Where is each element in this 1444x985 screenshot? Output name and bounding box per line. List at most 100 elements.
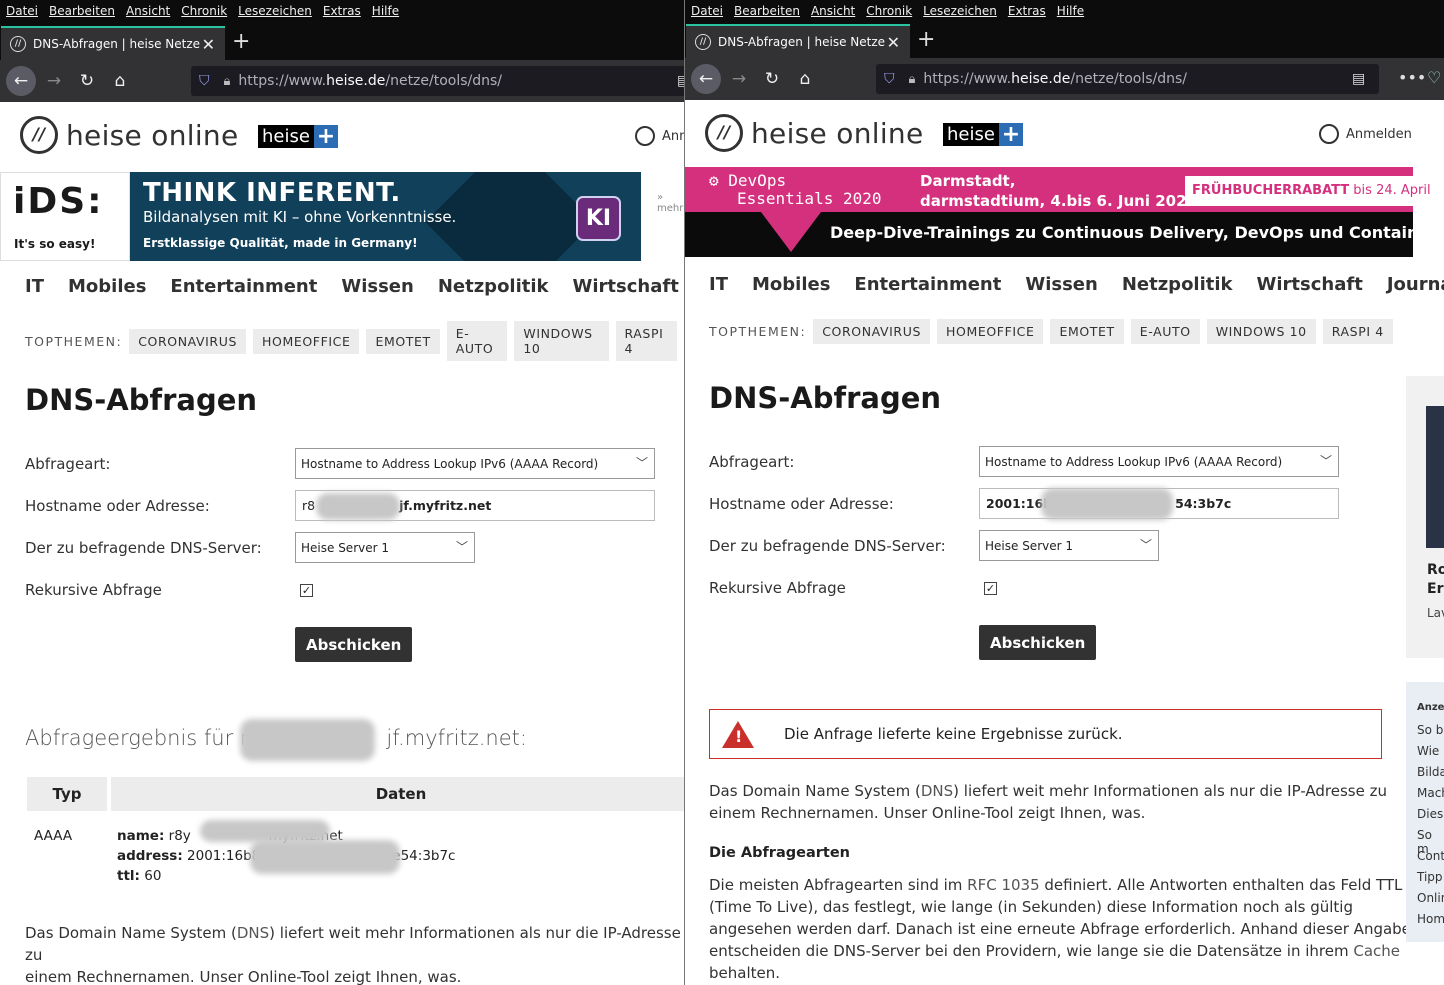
- topic-chip[interactable]: WINDOWS 10: [514, 321, 609, 361]
- topic-chip[interactable]: EMOTET: [366, 328, 440, 354]
- forward-icon[interactable]: →: [724, 64, 754, 94]
- redaction-blur: [200, 820, 330, 842]
- menu-extras[interactable]: Extras: [1008, 4, 1046, 18]
- home-icon[interactable]: ⌂: [790, 64, 820, 94]
- heise-plus-logo[interactable]: heise +: [943, 123, 1023, 146]
- nav-netzpolitik[interactable]: Netzpolitik: [438, 276, 549, 297]
- heise-plus-logo[interactable]: heise +: [258, 125, 338, 148]
- browser-tab[interactable]: // DNS-Abfragen | heise Netze ✕: [686, 24, 910, 58]
- ad-subline-1: Bildanalysen mit KI – ohne Vorkenntnisse…: [143, 208, 457, 226]
- submit-button[interactable]: Abschicken: [295, 627, 413, 662]
- login-link[interactable]: Anmelden: [635, 126, 684, 146]
- topic-chip[interactable]: CORONAVIRUS: [813, 319, 931, 344]
- menu-ansicht[interactable]: Ansicht: [126, 4, 170, 18]
- menu-datei[interactable]: Datei: [6, 4, 38, 18]
- heise-logo[interactable]: // heise online: [705, 114, 923, 152]
- browser-tab[interactable]: // DNS-Abfragen | heise Netze ✕: [1, 26, 225, 60]
- heise-logo[interactable]: // heise online: [20, 116, 238, 154]
- new-tab-icon[interactable]: +: [917, 28, 935, 52]
- ad-more-link[interactable]: » mehr: [657, 192, 684, 214]
- menu-chronik[interactable]: Chronik: [866, 4, 912, 18]
- login-link[interactable]: Anmelden: [1319, 124, 1412, 144]
- recursive-checkbox[interactable]: ✓: [984, 582, 997, 595]
- back-icon[interactable]: ←: [6, 66, 36, 96]
- menu-ansicht[interactable]: Ansicht: [811, 4, 855, 18]
- reader-view-icon[interactable]: ▤: [1352, 71, 1365, 87]
- url-bar[interactable]: ⛉ 🔒︎ https://www.heise.de/netze/tools/dn…: [191, 66, 684, 96]
- nav-wirtschaft[interactable]: Wirtschaft: [573, 276, 679, 297]
- topic-chip[interactable]: EMOTET: [1050, 319, 1124, 344]
- sidebar-ad-item[interactable]: So b: [1417, 723, 1443, 737]
- nav-it[interactable]: IT: [709, 274, 728, 295]
- nav-wissen[interactable]: Wissen: [341, 276, 413, 297]
- nav-mobiles[interactable]: Mobiles: [68, 276, 146, 297]
- nav-wirtschaft[interactable]: Wirtschaft: [1257, 274, 1363, 295]
- menu-lesezeichen[interactable]: Lesezeichen: [238, 4, 312, 18]
- topic-chip[interactable]: WINDOWS 10: [1206, 319, 1316, 344]
- topic-chip[interactable]: E-AUTO: [1130, 319, 1200, 344]
- reader-view-icon[interactable]: ▤: [677, 73, 684, 89]
- recursive-checkbox[interactable]: ✓: [300, 584, 313, 597]
- query-type-select[interactable]: Hostname to Address Lookup IPv6 (AAAA Re…: [295, 448, 655, 479]
- tracking-shield-icon[interactable]: ⛉: [884, 71, 895, 87]
- sidebar-ad-item[interactable]: Bilda: [1417, 765, 1444, 779]
- dns-server-value: Heise Server 1: [985, 538, 1073, 553]
- nav-entertainment[interactable]: Entertainment: [170, 276, 317, 297]
- menu-hilfe[interactable]: Hilfe: [1057, 4, 1084, 18]
- new-tab-icon[interactable]: +: [232, 30, 250, 54]
- reload-icon[interactable]: ↻: [72, 66, 102, 96]
- nav-entertainment[interactable]: Entertainment: [854, 274, 1001, 295]
- query-type-select[interactable]: Hostname to Address Lookup IPv6 (AAAA Re…: [979, 446, 1339, 477]
- home-icon[interactable]: ⌂: [105, 66, 135, 96]
- more-actions-icon[interactable]: •••: [1398, 68, 1426, 87]
- cache-link[interactable]: Cache: [1353, 942, 1400, 960]
- sidebar-ad-item[interactable]: Wie: [1417, 744, 1439, 758]
- sidebar-ad-item[interactable]: Cont: [1417, 849, 1444, 863]
- submit-button[interactable]: Abschicken: [979, 625, 1097, 660]
- nav-it[interactable]: IT: [25, 276, 44, 297]
- ad-banner-ids[interactable]: iDS: It's so easy! THINK INFERENT. Bilda…: [0, 172, 641, 261]
- menu-hilfe[interactable]: Hilfe: [372, 4, 399, 18]
- nav-toolbar: ← → ↻ ⌂ ⛉ 🔒︎ https://www.heise.de/netze/…: [685, 58, 1444, 100]
- sidebar-ad-item[interactable]: Tipp: [1417, 870, 1443, 884]
- menu-chronik[interactable]: Chronik: [181, 4, 227, 18]
- sidebar-ad-item[interactable]: Hom: [1417, 912, 1444, 926]
- dns-server-select[interactable]: Heise Server 1 ﹀: [979, 530, 1159, 561]
- topic-chip[interactable]: RASPI 4: [615, 321, 677, 361]
- topic-chip[interactable]: RASPI 4: [1322, 319, 1393, 344]
- nav-journal[interactable]: Journal: [1387, 274, 1444, 295]
- url-text: https://www.heise.de/netze/tools/dns/: [238, 73, 503, 89]
- topic-chip[interactable]: CORONAVIRUS: [129, 328, 247, 354]
- url-bar[interactable]: ⛉ 🔒︎ https://www.heise.de/netze/tools/dn…: [876, 64, 1379, 94]
- ad-brand-box: iDS: It's so easy!: [0, 172, 130, 261]
- dns-server-select[interactable]: Heise Server 1 ﹀: [295, 532, 475, 563]
- nav-mobiles[interactable]: Mobiles: [752, 274, 830, 295]
- nav-wissen[interactable]: Wissen: [1025, 274, 1097, 295]
- menu-bearbeiten[interactable]: Bearbeiten: [734, 4, 800, 18]
- ad-banner-devops[interactable]: ⚙ DevOps Essentials 2020 Darmstadt, darm…: [685, 167, 1444, 257]
- close-tab-icon[interactable]: ✕: [202, 35, 215, 54]
- menu-datei[interactable]: Datei: [691, 4, 723, 18]
- menu-extras[interactable]: Extras: [323, 4, 361, 18]
- topic-chip[interactable]: E-AUTO: [446, 321, 508, 361]
- forward-icon[interactable]: →: [39, 66, 69, 96]
- rfc-link[interactable]: RFC 1035: [967, 876, 1039, 894]
- back-icon[interactable]: ←: [691, 64, 721, 94]
- sidebar-ad-item[interactable]: Dies: [1417, 807, 1443, 821]
- menu-lesezeichen[interactable]: Lesezeichen: [923, 4, 997, 18]
- chevron-down-icon: ﹀: [635, 456, 648, 470]
- sidebar-ad-item[interactable]: Mach: [1417, 786, 1444, 800]
- sidebar-ad-item[interactable]: Onlin: [1417, 891, 1444, 905]
- sidebar-teaser[interactable]: Ro Er Lav: [1406, 376, 1444, 658]
- reload-icon[interactable]: ↻: [757, 64, 787, 94]
- close-tab-icon[interactable]: ✕: [887, 33, 900, 52]
- topic-chip[interactable]: HOMEOFFICE: [253, 328, 360, 354]
- nav-netzpolitik[interactable]: Netzpolitik: [1122, 274, 1233, 295]
- menu-bearbeiten[interactable]: Bearbeiten: [49, 4, 115, 18]
- tracking-shield-icon[interactable]: ⛉: [199, 73, 210, 89]
- pocket-icon[interactable]: ♡: [1427, 68, 1441, 87]
- lock-icon[interactable]: 🔒︎: [224, 74, 231, 89]
- hostname-value-end: 54:3b7c: [1175, 496, 1232, 511]
- lock-icon[interactable]: 🔒︎: [909, 72, 916, 87]
- topic-chip[interactable]: HOMEOFFICE: [937, 319, 1044, 344]
